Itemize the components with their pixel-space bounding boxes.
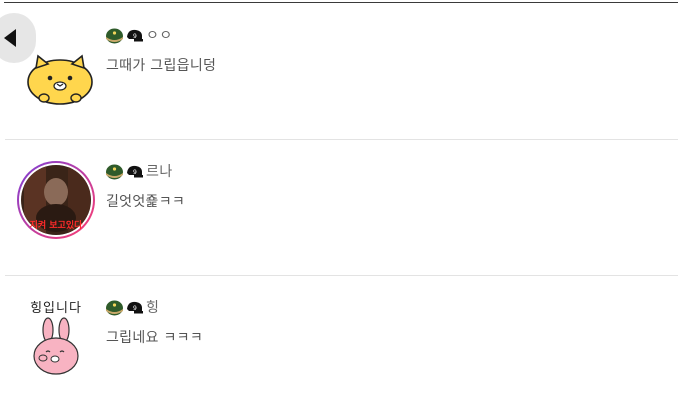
svg-text:9: 9 bbox=[133, 33, 137, 40]
back-arrow-icon bbox=[4, 29, 16, 47]
comment-meta: 9 ㅇㅇ bbox=[105, 25, 173, 45]
svg-text:9: 9 bbox=[133, 169, 137, 176]
army-helmet-badge-icon bbox=[106, 300, 123, 315]
black-cap-badge-icon: 9 bbox=[127, 301, 143, 313]
top-divider bbox=[4, 2, 678, 3]
svg-text:9: 9 bbox=[133, 305, 137, 312]
comment-nickname[interactable]: ㅇㅇ bbox=[146, 25, 173, 45]
avatar-caption: 지켜 보고있다 bbox=[29, 221, 83, 231]
comment-nickname[interactable]: 힝 bbox=[146, 297, 159, 317]
black-cap-badge-icon: 9 bbox=[127, 29, 143, 41]
avatar-caption: 힝입니다 bbox=[30, 301, 82, 316]
black-cap-badge-icon: 9 bbox=[127, 165, 143, 177]
comment-nickname[interactable]: 르나 bbox=[146, 161, 173, 181]
army-helmet-badge-icon bbox=[106, 164, 123, 179]
comment-divider bbox=[5, 139, 678, 140]
comment-text: 그때가 그립읍니덩 bbox=[106, 58, 217, 74]
army-helmet-badge-icon bbox=[106, 28, 123, 43]
comment-meta: 9 르나 bbox=[105, 161, 173, 181]
comment-text: 길엇엇죭ㅋㅋ bbox=[106, 194, 186, 210]
comment-divider bbox=[5, 275, 678, 276]
comment-meta: 9 힝 bbox=[105, 297, 159, 317]
comment-text: 그립네요 ㅋㅋㅋ bbox=[106, 330, 204, 346]
avatar[interactable]: 힝입니다 bbox=[16, 296, 96, 376]
avatar[interactable]: 지켜 보고있다 bbox=[16, 160, 96, 240]
